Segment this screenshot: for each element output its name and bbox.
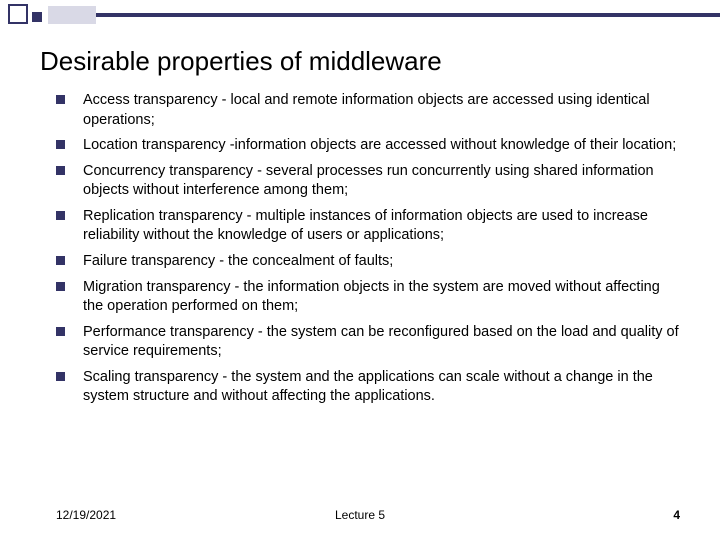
list-item-text: Access transparency - local and remote i… [83, 91, 680, 130]
footer-page-number: 4 [673, 508, 680, 522]
list-item: Performance transparency - the system ca… [56, 323, 680, 362]
list-item: Replication transparency - multiple inst… [56, 207, 680, 246]
decorative-header [0, 0, 720, 28]
bullet-icon [56, 211, 65, 220]
slide-title: Desirable properties of middleware [40, 46, 720, 77]
list-item-text: Failure transparency - the concealment o… [83, 252, 393, 272]
list-item: Scaling transparency - the system and th… [56, 368, 680, 407]
header-bar-light [48, 6, 96, 24]
bullet-icon [56, 95, 65, 104]
list-item: Failure transparency - the concealment o… [56, 252, 680, 272]
square-solid-icon [32, 12, 42, 22]
slide-footer: 12/19/2021 Lecture 5 4 [0, 508, 720, 522]
list-item-text: Location transparency -information objec… [83, 136, 676, 156]
bullet-icon [56, 256, 65, 265]
list-item-text: Migration transparency - the information… [83, 278, 680, 317]
list-item: Location transparency -information objec… [56, 136, 680, 156]
footer-center: Lecture 5 [335, 508, 385, 522]
list-item-text: Scaling transparency - the system and th… [83, 368, 680, 407]
list-item-text: Concurrency transparency - several proce… [83, 162, 680, 201]
footer-date: 12/19/2021 [56, 508, 116, 522]
bullet-icon [56, 282, 65, 291]
bullet-icon [56, 327, 65, 336]
list-item-text: Replication transparency - multiple inst… [83, 207, 680, 246]
bullet-icon [56, 166, 65, 175]
bullet-list: Access transparency - local and remote i… [56, 91, 680, 407]
square-outline-icon [8, 4, 28, 24]
list-item: Concurrency transparency - several proce… [56, 162, 680, 201]
list-item: Access transparency - local and remote i… [56, 91, 680, 130]
bullet-icon [56, 140, 65, 149]
list-item: Migration transparency - the information… [56, 278, 680, 317]
list-item-text: Performance transparency - the system ca… [83, 323, 680, 362]
bullet-icon [56, 372, 65, 381]
header-bar-dark [96, 13, 720, 17]
